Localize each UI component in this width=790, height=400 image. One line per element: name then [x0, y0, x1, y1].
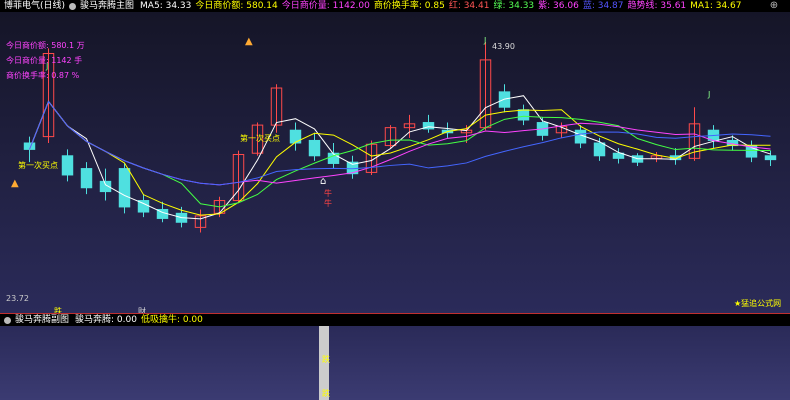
header-value-1: 今日商价额: 580.14 [195, 1, 278, 11]
header-value-6: 紫: 36.06 [538, 1, 579, 11]
sub-indicator-header: 骏马奔腾副图 骏马奔腾: 0.00 低吸擒牛: 0.00 [0, 314, 790, 326]
house-signal-icon: ⌂ [320, 176, 327, 187]
ma-line-8 [29, 100, 771, 208]
first-buy-mid-label: 第一次买点 [240, 134, 280, 143]
sub-signal-a: 跌 [322, 355, 330, 364]
low-price-label: 23.72 [6, 294, 29, 303]
sub-indicator-settings-icon[interactable] [4, 316, 11, 324]
candle-body [61, 155, 74, 176]
indicator-settings-icon[interactable] [69, 2, 77, 10]
buy-arrow-icon: ▲ [11, 178, 19, 189]
main-indicator-header: 博菲电气(日线) 骏马奔腾主图 MA5: 34.33 今日商价额: 580.14 今… [0, 0, 790, 12]
buy-arrow-icon: ▲ [245, 36, 253, 47]
header-value-0: MA5: 34.33 [140, 1, 192, 11]
high-price-label: 43.90 [492, 42, 515, 51]
main-chart-panel[interactable]: 今日商价额: 580.1 万 今日商价量: 1142 手 商价换手率: 0.87… [0, 12, 790, 316]
header-value-4: 红: 34.41 [448, 1, 490, 11]
collapse-icon[interactable]: ⊕ [768, 0, 780, 12]
candle-body [289, 129, 302, 144]
stock-chart-window: 博菲电气(日线) 骏马奔腾主图 MA5: 34.33 今日商价额: 580.14 今… [0, 0, 790, 400]
header-value-8: 趋势线: 35.61 [627, 1, 687, 11]
turnover-rate-label: 商价换手率: 0.87 % [6, 71, 80, 80]
ma-line-20 [29, 100, 771, 186]
sub-indicator-name[interactable]: 骏马奔腾副图 [15, 314, 69, 326]
ma-line-12 [29, 100, 771, 186]
sub-chart-panel[interactable]: 跌 跌 [0, 326, 790, 400]
candle-body [593, 142, 606, 157]
turnover-amount-label: 今日商价额: 580.1 万 [6, 41, 85, 50]
candle-body [517, 109, 530, 121]
candle-body [80, 168, 93, 189]
sub-header-values: 骏马奔腾: 0.00 低吸擒牛: 0.00 [71, 314, 203, 326]
sub-signal-b: 跌 [322, 389, 330, 398]
candle-body [118, 168, 131, 208]
j-signal-1: J [46, 62, 49, 71]
first-buy-left-label: 第一次买点 [18, 161, 58, 170]
sub-header-value-0: 骏马奔腾: 0.00 [75, 315, 137, 325]
bull-label-b: 牛 [324, 199, 332, 208]
watermark-label: ★猛追公式网 [734, 299, 782, 308]
turnover-volume-label: 今日商价量: 1142 手 [6, 56, 83, 65]
header-values: MA5: 34.33 今日商价额: 580.14 今日商价量: 1142.00 商价换… [136, 0, 741, 12]
j-signal-2: J [484, 36, 487, 45]
candlestick-chart[interactable] [0, 12, 790, 314]
header-value-3: 商价换手率: 0.85 [373, 1, 445, 11]
header-value-5: 绿: 34.33 [493, 1, 535, 11]
header-value-9: MA1: 34.67 [690, 1, 742, 11]
main-indicator-name[interactable]: 骏马奔腾主图 [80, 0, 134, 12]
stock-title: 博菲电气(日线) [4, 1, 66, 11]
candle-body [308, 139, 321, 157]
j-signal-3: J [708, 90, 711, 99]
candle-body [764, 155, 777, 161]
sub-header-value-1: 低吸擒牛: 0.00 [140, 315, 203, 325]
header-value-2: 今日商价量: 1142.00 [281, 1, 370, 11]
header-value-7: 蓝: 34.87 [582, 1, 624, 11]
